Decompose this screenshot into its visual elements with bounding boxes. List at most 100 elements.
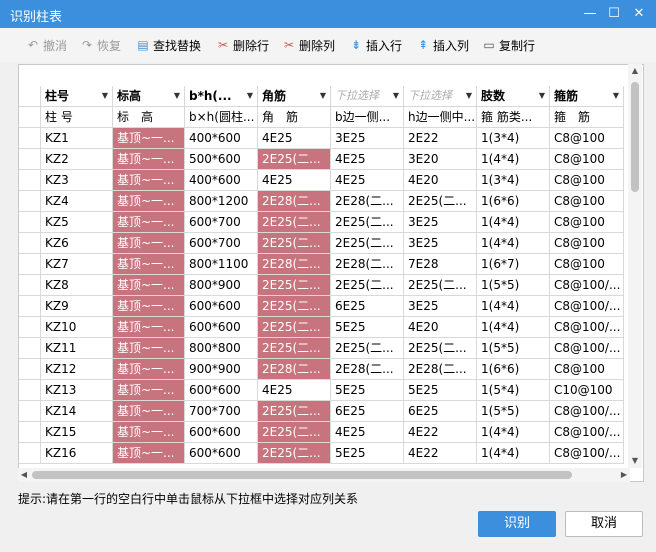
scroll-down-icon[interactable]: ▼ bbox=[628, 456, 642, 468]
table-cell[interactable]: 1(4*4) bbox=[477, 422, 550, 443]
table-cell[interactable]: 600*700 bbox=[185, 212, 258, 233]
dropdown-arrow-icon[interactable]: ▼ bbox=[247, 86, 253, 106]
table-cell[interactable]: 基顶~一... bbox=[113, 149, 185, 170]
row-header-cell[interactable] bbox=[19, 338, 41, 359]
table-cell[interactable]: C8@100/... bbox=[550, 296, 624, 317]
column-header-dropdown[interactable]: 下拉选择 ▼ bbox=[331, 86, 404, 107]
table-cell[interactable]: 600*600 bbox=[185, 380, 258, 401]
column-header-dropdown[interactable]: 箍筋 ▼ bbox=[550, 86, 624, 107]
table-cell[interactable]: KZ3 bbox=[41, 170, 113, 191]
row-header-cell[interactable] bbox=[19, 170, 41, 191]
table-cell[interactable]: KZ15 bbox=[41, 422, 113, 443]
table-cell[interactable]: 800*800 bbox=[185, 338, 258, 359]
table-cell[interactable]: 1(4*4) bbox=[477, 149, 550, 170]
horizontal-scrollbar[interactable]: ◀ ▶ bbox=[18, 468, 630, 482]
table-cell[interactable]: 600*600 bbox=[185, 317, 258, 338]
table-cell[interactable]: 400*600 bbox=[185, 128, 258, 149]
table-cell[interactable]: 6E25 bbox=[331, 296, 404, 317]
table-cell[interactable]: 4E20 bbox=[404, 170, 477, 191]
table-cell[interactable]: C8@100 bbox=[550, 170, 624, 191]
table-cell[interactable]: 2E28(二... bbox=[258, 359, 331, 380]
sub-header-cell[interactable]: 标 高 bbox=[113, 107, 185, 128]
table-cell[interactable]: C8@100/... bbox=[550, 422, 624, 443]
table-cell[interactable]: C8@100/... bbox=[550, 401, 624, 422]
table-cell[interactable]: 900*900 bbox=[185, 359, 258, 380]
sub-header-cell[interactable]: 柱 号 bbox=[41, 107, 113, 128]
row-header-cell[interactable] bbox=[19, 359, 41, 380]
table-cell[interactable]: 4E25 bbox=[331, 170, 404, 191]
dropdown-arrow-icon[interactable]: ▼ bbox=[174, 86, 180, 106]
table-cell[interactable]: 2E25(二... bbox=[258, 233, 331, 254]
dropdown-arrow-icon[interactable]: ▼ bbox=[466, 86, 472, 106]
table-cell[interactable]: 基顶~一... bbox=[113, 191, 185, 212]
insert-column-button[interactable]: ⇞ 插入列 bbox=[416, 36, 469, 54]
recognize-button[interactable]: 识别 bbox=[478, 511, 556, 537]
table-cell[interactable]: KZ1 bbox=[41, 128, 113, 149]
table-cell[interactable]: C8@100 bbox=[550, 191, 624, 212]
table-cell[interactable]: C8@100/... bbox=[550, 275, 624, 296]
table-cell[interactable]: 800*1100 bbox=[185, 254, 258, 275]
column-header-dropdown[interactable]: 下拉选择 ▼ bbox=[404, 86, 477, 107]
column-header-dropdown[interactable]: 标高 ▼ bbox=[113, 86, 185, 107]
table-cell[interactable]: C10@100 bbox=[550, 380, 624, 401]
table-cell[interactable]: 基顶~一... bbox=[113, 338, 185, 359]
table-cell[interactable]: 基顶~一... bbox=[113, 275, 185, 296]
table-cell[interactable]: 2E25(二... bbox=[258, 149, 331, 170]
table-cell[interactable]: C8@100 bbox=[550, 359, 624, 380]
table-cell[interactable]: 1(5*5) bbox=[477, 338, 550, 359]
row-header-cell[interactable] bbox=[19, 443, 41, 464]
table-cell[interactable]: C8@100 bbox=[550, 233, 624, 254]
table-cell[interactable]: KZ16 bbox=[41, 443, 113, 464]
table-cell[interactable]: 4E25 bbox=[258, 128, 331, 149]
table-cell[interactable]: 2E25(二... bbox=[331, 275, 404, 296]
table-cell[interactable]: 600*600 bbox=[185, 443, 258, 464]
table-cell[interactable]: 1(5*4) bbox=[477, 380, 550, 401]
table-cell[interactable]: KZ8 bbox=[41, 275, 113, 296]
table-cell[interactable]: C8@100 bbox=[550, 128, 624, 149]
table-cell[interactable]: KZ12 bbox=[41, 359, 113, 380]
table-cell[interactable]: 2E25(二... bbox=[258, 275, 331, 296]
delete-row-button[interactable]: ✂ 删除行 bbox=[216, 36, 269, 54]
table-cell[interactable]: 2E25(二... bbox=[258, 296, 331, 317]
table-cell[interactable]: 2E28(二... bbox=[258, 254, 331, 275]
table-cell[interactable]: 700*700 bbox=[185, 401, 258, 422]
sub-header-cell[interactable]: h边一侧中... bbox=[404, 107, 477, 128]
table-cell[interactable]: KZ11 bbox=[41, 338, 113, 359]
table-cell[interactable]: 基顶~一... bbox=[113, 296, 185, 317]
table-cell[interactable]: KZ4 bbox=[41, 191, 113, 212]
table-cell[interactable]: KZ10 bbox=[41, 317, 113, 338]
dropdown-arrow-icon[interactable]: ▼ bbox=[393, 86, 399, 106]
table-cell[interactable]: 4E22 bbox=[404, 422, 477, 443]
table-cell[interactable]: 2E25(二... bbox=[404, 275, 477, 296]
cancel-button[interactable]: 取消 bbox=[565, 511, 643, 537]
table-cell[interactable]: 1(6*6) bbox=[477, 359, 550, 380]
table-cell[interactable]: 600*700 bbox=[185, 233, 258, 254]
table-cell[interactable]: 1(4*4) bbox=[477, 296, 550, 317]
column-header-dropdown[interactable]: b*h(... ▼ bbox=[185, 86, 258, 107]
table-cell[interactable]: 500*600 bbox=[185, 149, 258, 170]
table-cell[interactable]: KZ2 bbox=[41, 149, 113, 170]
find-replace-button[interactable]: ▤ 查找替换 bbox=[136, 36, 201, 54]
row-header-cell[interactable] bbox=[19, 275, 41, 296]
table-cell[interactable]: 5E25 bbox=[404, 380, 477, 401]
table-cell[interactable]: 基顶~一... bbox=[113, 128, 185, 149]
table-cell[interactable]: 2E25(二... bbox=[258, 317, 331, 338]
insert-row-button[interactable]: ⇟ 插入行 bbox=[349, 36, 402, 54]
table-cell[interactable]: C8@100/... bbox=[550, 338, 624, 359]
table-cell[interactable]: 2E25(二... bbox=[404, 191, 477, 212]
undo-button[interactable]: ↶ 撤消 bbox=[26, 36, 67, 54]
table-cell[interactable]: 4E25 bbox=[258, 380, 331, 401]
vertical-scroll-thumb[interactable] bbox=[631, 82, 639, 192]
table-cell[interactable]: 2E25(二... bbox=[331, 233, 404, 254]
table-cell[interactable]: 4E25 bbox=[331, 422, 404, 443]
table-cell[interactable]: 600*600 bbox=[185, 422, 258, 443]
table-cell[interactable]: 5E25 bbox=[331, 443, 404, 464]
table-cell[interactable]: 2E28(二... bbox=[331, 191, 404, 212]
table-cell[interactable]: 600*600 bbox=[185, 296, 258, 317]
table-cell[interactable]: KZ14 bbox=[41, 401, 113, 422]
row-header-cell[interactable] bbox=[19, 401, 41, 422]
table-cell[interactable]: 5E25 bbox=[331, 317, 404, 338]
row-header-cell[interactable] bbox=[19, 422, 41, 443]
scroll-up-icon[interactable]: ▲ bbox=[628, 66, 642, 78]
table-cell[interactable]: 3E25 bbox=[404, 233, 477, 254]
